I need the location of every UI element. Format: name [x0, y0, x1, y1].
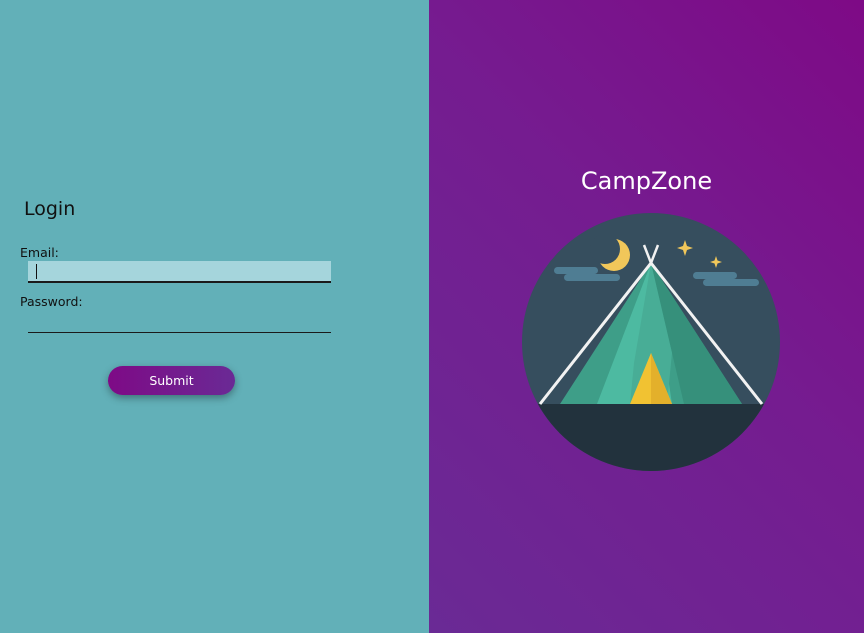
email-label: Email: — [20, 245, 59, 260]
tent-night-icon — [522, 213, 780, 471]
text-cursor — [36, 264, 37, 279]
submit-button[interactable]: Submit — [108, 366, 235, 395]
brand-title: CampZone — [580, 167, 713, 195]
login-title: Login — [24, 198, 76, 220]
password-label: Password: — [20, 294, 83, 309]
password-field[interactable] — [28, 311, 331, 333]
email-field[interactable] — [28, 261, 331, 283]
brand-panel: CampZone — [429, 0, 864, 633]
login-page: Login Email: Password: Submit CampZone — [0, 0, 864, 633]
login-panel: Login Email: Password: Submit — [0, 0, 429, 633]
